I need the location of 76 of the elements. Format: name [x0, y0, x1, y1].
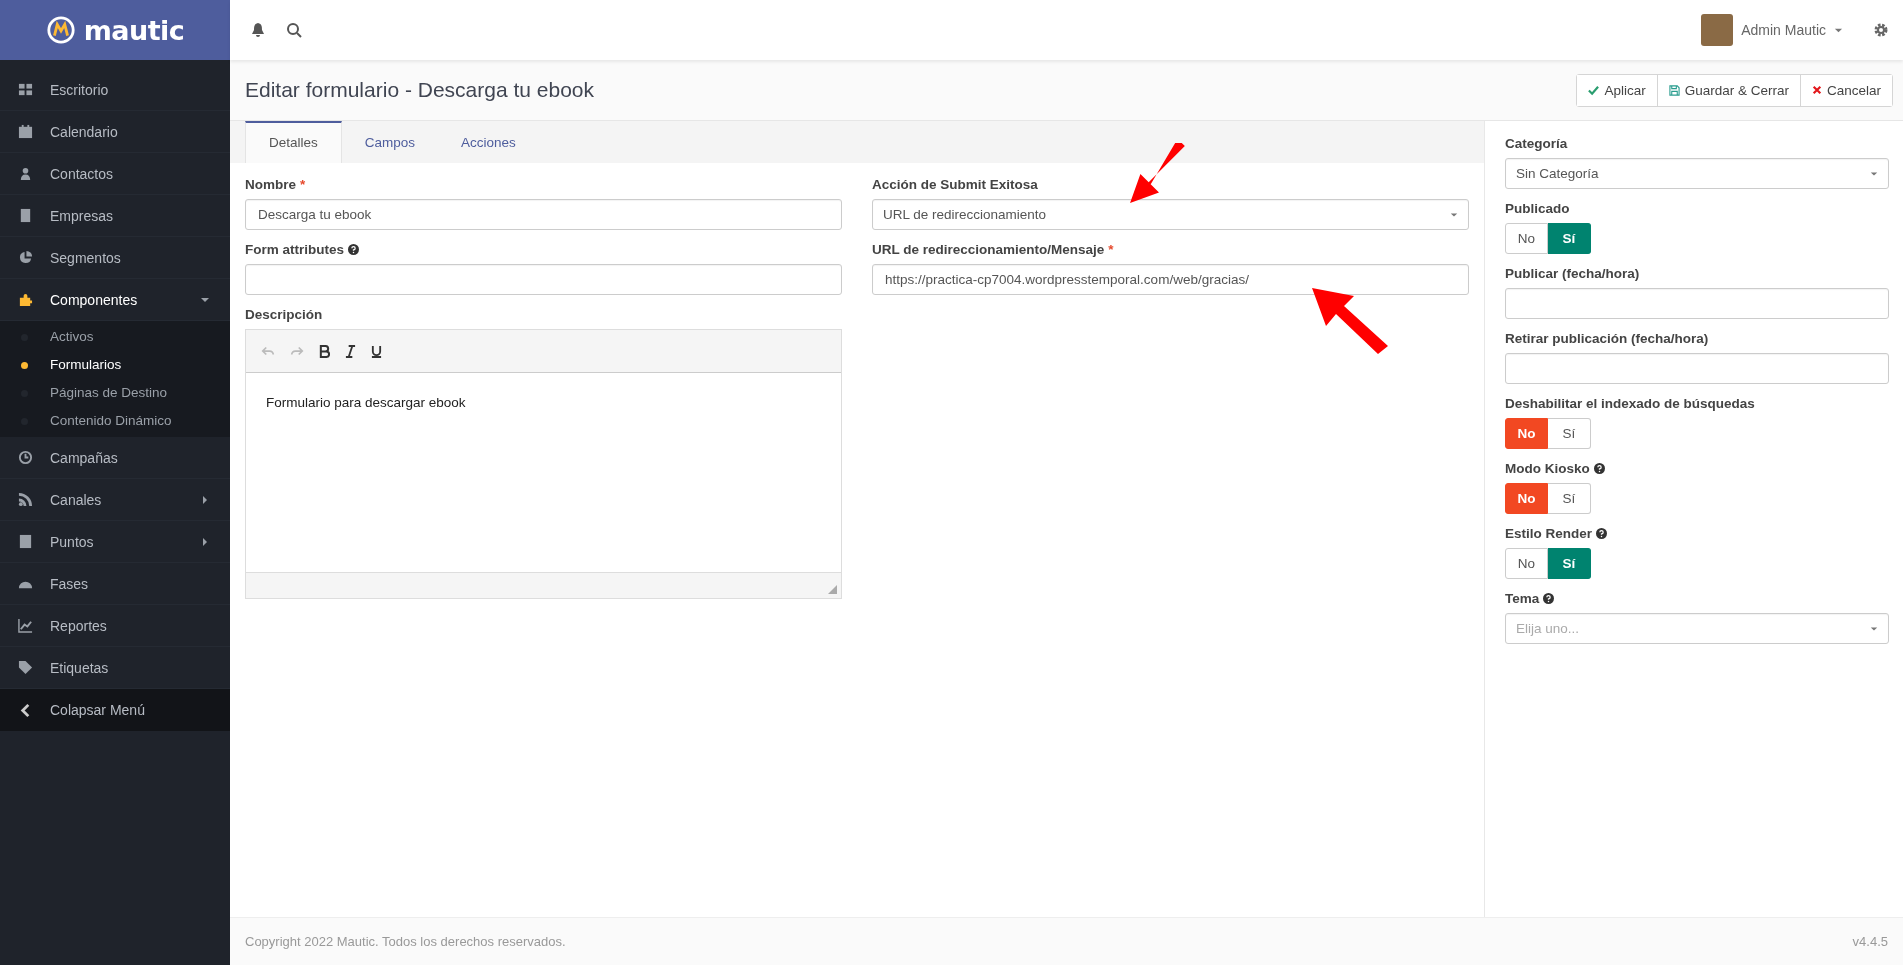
- page-title: Editar formulario - Descarga tu ebook: [245, 78, 594, 102]
- description-text[interactable]: Formulario para descargar ebook: [266, 395, 466, 410]
- notification-bell-icon[interactable]: [250, 22, 266, 38]
- cancel-button[interactable]: Cancelar: [1799, 74, 1892, 106]
- close-icon: [1811, 85, 1822, 95]
- avatar-photo-placeholder[interactable]: [1701, 14, 1734, 46]
- user-menu[interactable]: Admin Mautic: [1741, 22, 1826, 38]
- caret-right-icon: [200, 536, 210, 547]
- search-icon[interactable]: [286, 22, 302, 38]
- submenu-item[interactable]: Activos: [0, 323, 230, 351]
- toggle-option[interactable]: Sí: [1548, 483, 1591, 514]
- toggle-option[interactable]: No: [1505, 483, 1548, 514]
- select-dropdown[interactable]: URL de redireccionamiento: [872, 199, 1469, 230]
- submenu-item[interactable]: Páginas de Destino: [0, 379, 230, 407]
- tab[interactable]: Acciones: [438, 121, 539, 163]
- field-label: Descripción: [245, 307, 323, 322]
- logo-icon: [45, 15, 76, 45]
- required-asterisk: *: [300, 177, 306, 192]
- field-label: Retirar publicación (fecha/hora): [1505, 331, 1709, 346]
- tag-icon: [18, 660, 33, 675]
- resize-handle-icon[interactable]: [828, 585, 837, 594]
- input-field[interactable]: [245, 264, 842, 295]
- tab[interactable]: Detalles: [245, 121, 342, 163]
- input-field[interactable]: https://practica-cp7004.wordpresstemporal.com/web/gracias/: [872, 264, 1469, 295]
- calendar-icon: [18, 124, 33, 139]
- underline-icon[interactable]: [371, 344, 382, 358]
- help-icon[interactable]: [1596, 528, 1608, 539]
- chart-icon: [18, 618, 33, 633]
- caret-right-icon: [200, 494, 210, 505]
- toggle-option[interactable]: Sí: [1548, 418, 1591, 449]
- field-label: Form attributes: [245, 242, 344, 257]
- italic-icon[interactable]: [345, 344, 356, 358]
- input-field[interactable]: Descarga tu ebook: [245, 199, 842, 230]
- field-label: Publicar (fecha/hora): [1505, 266, 1640, 281]
- field-label: Publicado: [1505, 201, 1570, 216]
- field-label: Tema: [1505, 591, 1540, 606]
- field-label: URL de redireccionamiento/Mensaje: [872, 242, 1105, 257]
- tab[interactable]: Campos: [341, 121, 439, 163]
- help-icon[interactable]: [348, 244, 359, 255]
- version-text: v4.4.5: [1852, 934, 1888, 949]
- collapse-menu-button[interactable]: Colapsar Menú: [0, 689, 230, 731]
- caret-down-icon: [1870, 169, 1878, 178]
- select-dropdown[interactable]: Sin Categoría: [1505, 158, 1889, 189]
- logo-text: mautic: [83, 14, 185, 46]
- toggle-option[interactable]: Sí: [1548, 223, 1591, 254]
- nav-item[interactable]: Puntos: [0, 521, 230, 563]
- help-icon[interactable]: [1543, 593, 1555, 604]
- caret-down-icon: [1870, 624, 1878, 633]
- caret-down-icon: [1450, 210, 1458, 219]
- settings-icon[interactable]: [1873, 22, 1889, 38]
- copyright-text: Copyright 2022 Mautic. Todos los derechos reservados.: [245, 934, 566, 949]
- field-label: Categoría: [1505, 136, 1568, 151]
- toggle-option[interactable]: Sí: [1548, 548, 1591, 579]
- rss-icon: [18, 492, 33, 507]
- submenu-item[interactable]: Formularios: [0, 351, 230, 379]
- field-label: Deshabilitar el indexado de búsquedas: [1505, 396, 1755, 411]
- checkmark-icon: [1588, 84, 1600, 96]
- help-icon[interactable]: [1593, 463, 1605, 474]
- toggle-option[interactable]: No: [1505, 418, 1548, 449]
- bold-icon[interactable]: [319, 344, 330, 358]
- field-label: Nombre: [245, 177, 296, 192]
- toggle-option[interactable]: No: [1505, 223, 1548, 254]
- field-label: Modo Kiosko: [1505, 461, 1590, 476]
- input-field[interactable]: [1505, 353, 1889, 384]
- user-icon: [18, 166, 33, 181]
- clock-icon: [18, 450, 33, 465]
- required-asterisk: *: [1108, 242, 1114, 257]
- submenu-item[interactable]: Contenido Dinámico: [0, 407, 230, 435]
- grid-icon: [18, 82, 33, 97]
- input-field[interactable]: [1505, 288, 1889, 319]
- pie-icon: [18, 250, 33, 265]
- field-label: Estilo Render: [1505, 526, 1593, 541]
- toggle-option[interactable]: No: [1505, 548, 1548, 579]
- field-label: Acción de Submit Exitosa: [872, 177, 1038, 192]
- nav-item[interactable]: Calendario: [0, 111, 230, 153]
- puzzle-icon: [18, 292, 33, 307]
